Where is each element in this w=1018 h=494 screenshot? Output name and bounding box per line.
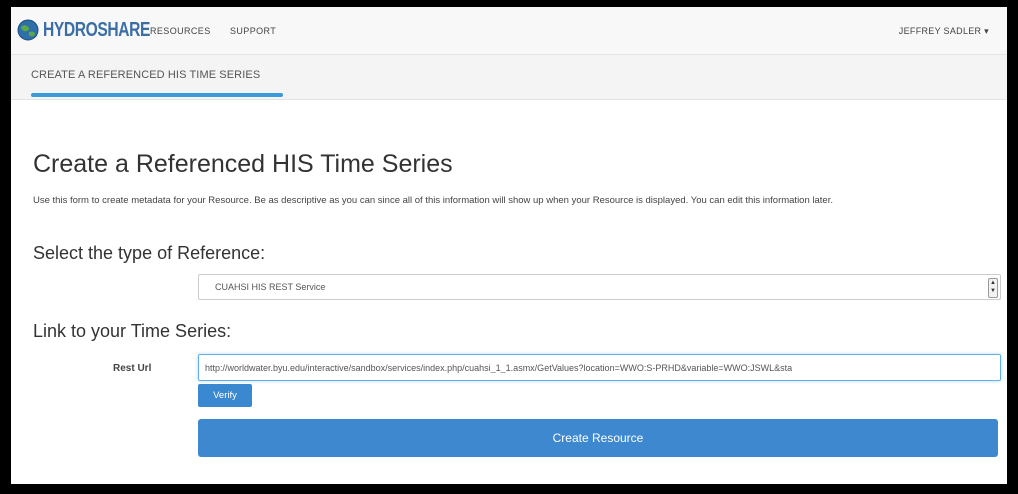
app-window: HYDROSHARE RESOURCES SUPPORT JEFFREY SAD… xyxy=(11,7,1007,484)
tab-create-referenced-his-time-series[interactable]: CREATE A REFERENCED HIS TIME SERIES xyxy=(31,69,260,81)
verify-button[interactable]: Verify xyxy=(198,384,252,407)
sub-navbar: CREATE A REFERENCED HIS TIME SERIES xyxy=(11,55,1007,100)
top-navbar: HYDROSHARE RESOURCES SUPPORT JEFFREY SAD… xyxy=(11,7,1007,55)
globe-logo-icon xyxy=(17,19,39,41)
reference-type-value: CUAHSI HIS REST Service xyxy=(215,282,326,292)
user-menu[interactable]: JEFFREY SADLER ▾ xyxy=(899,26,989,37)
chevron-down-icon: ▾ xyxy=(984,26,989,36)
create-resource-button[interactable]: Create Resource xyxy=(198,419,998,457)
page-title: Create a Referenced HIS Time Series xyxy=(33,150,453,178)
intro-text: Use this form to create metadata for you… xyxy=(33,195,833,206)
nav-resources-link[interactable]: RESOURCES xyxy=(150,26,211,36)
select-arrows-icon: ▲ ▼ xyxy=(988,278,998,298)
active-tab-indicator xyxy=(31,93,283,97)
nav-support-link[interactable]: SUPPORT xyxy=(230,26,276,36)
user-name: JEFFREY SADLER xyxy=(898,26,982,36)
logo-text: HYDROSHARE xyxy=(43,18,151,41)
link-heading: Link to your Time Series: xyxy=(33,321,232,341)
rest-url-input[interactable] xyxy=(198,354,1001,381)
reference-type-heading: Select the type of Reference: xyxy=(33,243,266,263)
reference-type-select[interactable]: CUAHSI HIS REST Service ▲ ▼ xyxy=(198,274,1001,300)
rest-url-label: Rest Url xyxy=(113,363,152,374)
